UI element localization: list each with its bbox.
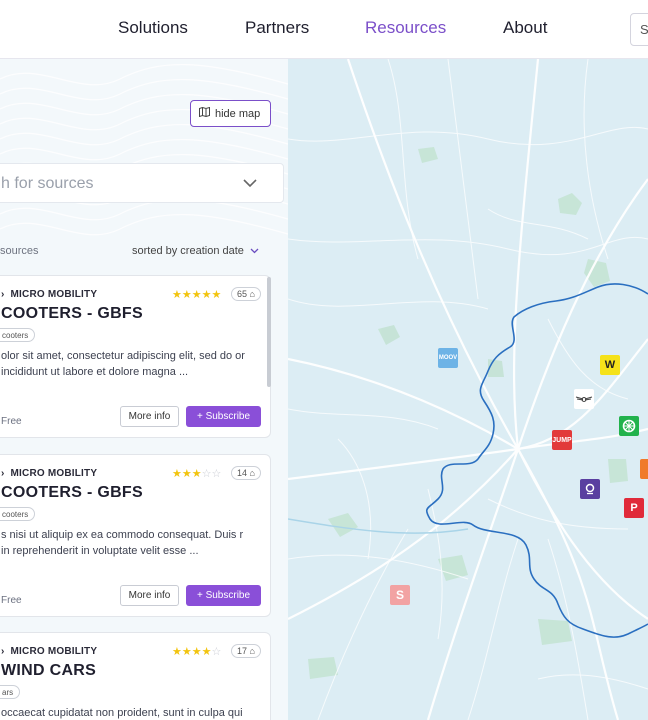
map-canvas (288, 59, 648, 720)
top-nav: Solutions Partners Resources About S (0, 0, 648, 59)
source-search-input[interactable]: h for sources (0, 163, 284, 203)
hide-map-button[interactable]: hide map (190, 100, 271, 127)
card-category: › MICRO MOBILITY (1, 289, 98, 300)
results-count: sources (0, 245, 39, 257)
source-card[interactable]: › MICRO MOBILITY ★★★☆☆ 14 ⌂ COOTERS - GBF… (0, 454, 271, 617)
marker-pink-operator[interactable]: S (390, 585, 410, 605)
card-description: occaecat cupidatat non proident, sunt in… (1, 707, 243, 719)
chevron-right-icon: › (1, 646, 5, 657)
sources-panel: hide map h for sources sources sorted by… (0, 59, 288, 720)
marker-jump[interactable]: JUMP (552, 430, 572, 450)
card-title[interactable]: COOTERS - GBFS (1, 305, 143, 323)
chevron-down-icon (250, 245, 259, 257)
marker-green-operator[interactable] (619, 416, 639, 436)
rating-stars: ★★★☆☆ (172, 468, 222, 480)
card-price: Free (1, 595, 22, 606)
wave-pattern (0, 64, 288, 236)
card-price: Free (1, 416, 22, 427)
nav-solutions[interactable]: Solutions (118, 18, 188, 38)
marker-red-p-operator[interactable]: P (624, 498, 644, 518)
subscribe-button[interactable]: + Subscribe (186, 406, 261, 427)
marker-blue-operator[interactable]: MOOV (438, 348, 458, 368)
nav-about[interactable]: About (503, 18, 547, 38)
card-tag: cooters (0, 507, 36, 521)
rating-stars: ★★★★☆ (172, 646, 222, 658)
more-info-button[interactable]: More info (120, 406, 179, 427)
scrollbar[interactable] (267, 277, 271, 387)
card-category: › MICRO MOBILITY (1, 646, 98, 657)
subscribe-button[interactable]: + Subscribe (186, 585, 261, 606)
map-view[interactable]: MOOV W JUMP P S (288, 59, 648, 720)
card-description: olor sit amet, consectetur adipiscing el… (1, 350, 245, 378)
card-tag: cooters (0, 328, 36, 342)
source-card[interactable]: › MICRO MOBILITY ★★★★☆ 17 ⌂ WIND CARS ars… (0, 632, 271, 720)
subscriber-count: 65 ⌂ (231, 287, 261, 301)
subscriber-count: 14 ⌂ (231, 466, 261, 480)
subscriber-count: 17 ⌂ (231, 644, 261, 658)
marker-purple-operator[interactable] (580, 479, 600, 499)
wheel-icon (622, 419, 636, 433)
map-icon (199, 106, 210, 120)
nav-search-input[interactable]: S (630, 13, 648, 46)
hide-map-label: hide map (215, 107, 261, 120)
nav-resources[interactable]: Resources (365, 18, 446, 38)
source-card[interactable]: › MICRO MOBILITY ★★★★★ 65 ⌂ COOTERS - GBF… (0, 275, 271, 438)
nav-partners[interactable]: Partners (245, 18, 309, 38)
marker-orange-operator[interactable] (640, 459, 648, 479)
search-placeholder: h for sources (1, 175, 94, 192)
card-title[interactable]: COOTERS - GBFS (1, 484, 143, 502)
chevron-right-icon: › (1, 468, 5, 479)
wings-icon (575, 396, 593, 402)
marker-yellow-operator[interactable]: W (600, 355, 620, 375)
sort-dropdown[interactable]: sorted by creation date (132, 245, 259, 257)
ring-icon (585, 483, 595, 495)
more-info-button[interactable]: More info (120, 585, 179, 606)
chevron-right-icon: › (1, 289, 5, 300)
rating-stars: ★★★★★ (172, 289, 222, 301)
sort-label: sorted by creation date (132, 245, 244, 257)
card-title[interactable]: WIND CARS (1, 662, 96, 680)
chevron-down-icon[interactable] (241, 174, 259, 197)
marker-winged-logo[interactable] (574, 389, 594, 409)
card-description: s nisi ut aliquip ex ea commodo consequa… (1, 529, 244, 557)
card-tag: ars (0, 685, 21, 699)
card-category: › MICRO MOBILITY (1, 468, 98, 479)
